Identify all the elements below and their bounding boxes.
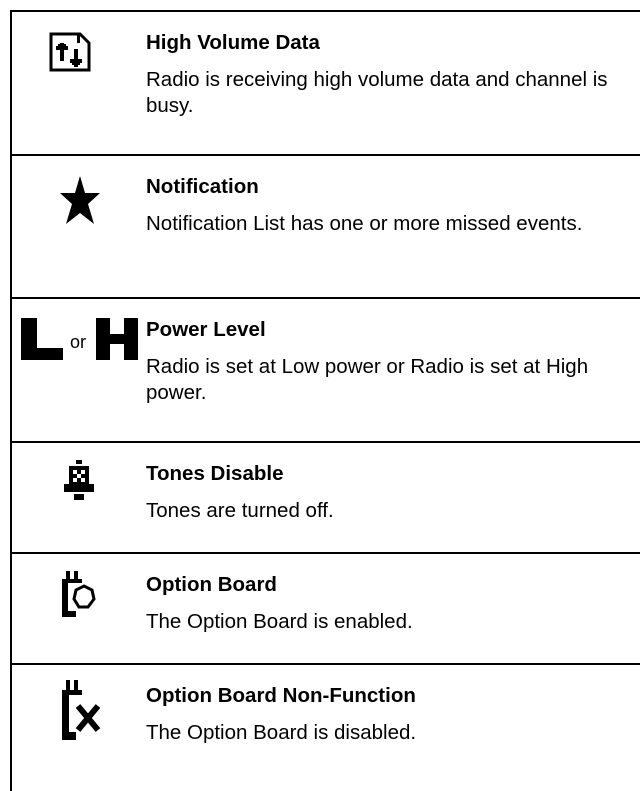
icon-table: High Volume Data Radio is receiving high… [10, 10, 640, 791]
table-row: or Power Level Radio is set at Low power… [12, 297, 640, 441]
row-description: The Option Board is enabled. [146, 610, 413, 633]
text-cell: Tones Disable Tones are turned off. [146, 443, 640, 552]
icon-cell [12, 665, 146, 791]
icon-cell: or [12, 299, 146, 441]
row-title: Notification [146, 175, 259, 198]
row-description: Tones are turned off. [146, 499, 334, 522]
table-row: Option Board The Option Board is enabled… [12, 552, 640, 663]
text-cell: High Volume Data Radio is receiving high… [146, 12, 640, 154]
text-cell: Power Level Radio is set at Low power or… [146, 299, 640, 441]
option-board-icon [62, 571, 98, 617]
icon-cell [12, 156, 146, 297]
row-title: Option Board [146, 573, 277, 596]
text-cell: Notification Notification List has one o… [146, 156, 640, 297]
row-description: Radio is receiving high volume data and … [146, 68, 608, 117]
table-row: Option Board Non-Function The Option Boa… [12, 663, 640, 791]
table-row: High Volume Data Radio is receiving high… [12, 10, 640, 154]
or-label: or [70, 332, 87, 352]
table-row: Tones Disable Tones are turned off. [12, 441, 640, 552]
row-title: Power Level [146, 318, 266, 341]
option-board-non-function-icon [62, 680, 102, 740]
low-power-icon [21, 318, 63, 360]
high-power-icon [96, 318, 138, 360]
notification-star-icon [60, 176, 100, 224]
text-cell: Option Board The Option Board is enabled… [146, 554, 640, 663]
text-cell: Option Board Non-Function The Option Boa… [146, 665, 640, 791]
icon-cell [12, 443, 146, 552]
row-title: High Volume Data [146, 31, 320, 54]
row-title: Tones Disable [146, 462, 284, 485]
row-description: Radio is set at Low power or Radio is se… [146, 355, 589, 404]
row-description: Notification List has one or more missed… [146, 212, 583, 235]
row-description: The Option Board is disabled. [146, 721, 417, 744]
table-row: Notification Notification List has one o… [12, 154, 640, 297]
icon-cell [12, 12, 146, 154]
high-volume-data-icon [48, 31, 92, 73]
tones-disable-bell-icon [62, 460, 96, 500]
icon-cell [12, 554, 146, 663]
row-title: Option Board Non-Function [146, 684, 416, 707]
